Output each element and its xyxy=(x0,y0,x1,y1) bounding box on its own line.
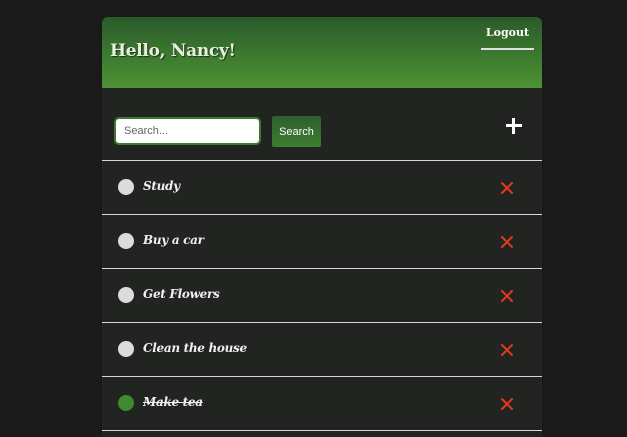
logout-button[interactable]: Logout xyxy=(481,22,534,50)
todo-item: Get Flowers xyxy=(102,269,542,323)
todo-item: Buy a car xyxy=(102,215,542,269)
delete-icon[interactable] xyxy=(500,397,514,411)
todo-item: Clean the house xyxy=(102,323,542,377)
delete-icon[interactable] xyxy=(500,181,514,195)
todo-text[interactable]: Get Flowers xyxy=(143,287,220,301)
todo-checkbox[interactable] xyxy=(118,233,134,249)
todo-app: Hello, Nancy! Logout Search Study Buy a … xyxy=(102,17,542,437)
todo-checkbox[interactable] xyxy=(118,179,134,195)
delete-icon[interactable] xyxy=(500,343,514,357)
delete-icon[interactable] xyxy=(500,235,514,249)
todo-text[interactable]: Buy a car xyxy=(143,233,204,247)
todo-list: Study Buy a car Get Flowers Clean the ho… xyxy=(102,161,542,431)
app-header: Hello, Nancy! Logout xyxy=(102,17,542,88)
plus-icon[interactable] xyxy=(504,116,524,136)
todo-text[interactable]: Study xyxy=(143,179,180,193)
todo-text[interactable]: Make tea xyxy=(143,395,203,409)
greeting-title: Hello, Nancy! xyxy=(110,41,236,61)
todo-checkbox[interactable] xyxy=(118,287,134,303)
todo-item: Study xyxy=(102,161,542,215)
todo-checkbox[interactable] xyxy=(118,341,134,357)
todo-checkbox[interactable] xyxy=(118,395,134,411)
todo-item-completed: Make tea xyxy=(102,377,542,431)
todo-text[interactable]: Clean the house xyxy=(143,341,247,355)
search-input[interactable] xyxy=(114,117,261,145)
search-button[interactable]: Search xyxy=(272,116,321,147)
toolbar: Search xyxy=(102,88,542,161)
delete-icon[interactable] xyxy=(500,289,514,303)
